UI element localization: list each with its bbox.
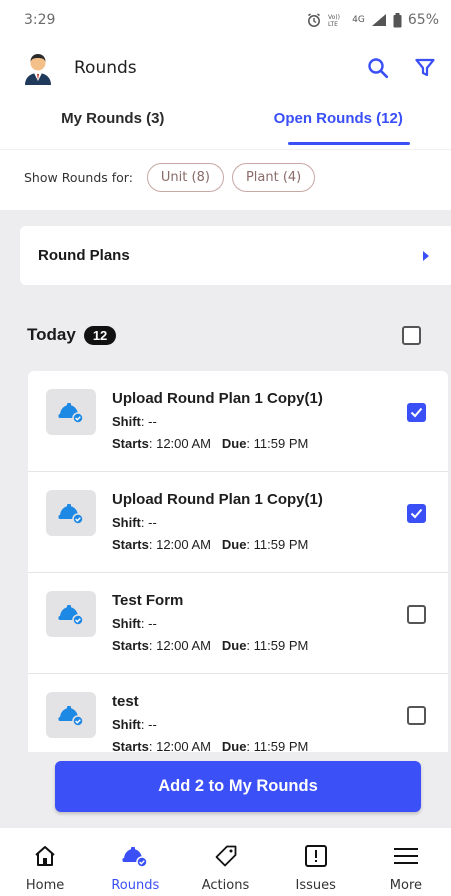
home-icon: [35, 846, 55, 866]
round-times: Starts: 12:00 AM Due: 11:59 PM: [112, 537, 309, 552]
tab-open-rounds[interactable]: Open Rounds (12): [226, 96, 451, 149]
issue-icon: [304, 845, 327, 867]
round-shift: Shift: --: [112, 717, 157, 732]
nav-item-issues[interactable]: Issues: [271, 828, 361, 896]
tag-icon: [215, 845, 236, 867]
status-icons: Vo)) LTE 4G 65%: [306, 12, 439, 28]
check-icon: [410, 407, 423, 418]
check-icon: [410, 508, 423, 519]
round-helmet-icon: [46, 389, 96, 435]
filter-label: Show Rounds for:: [24, 169, 133, 185]
round-title: Upload Round Plan 1 Copy(1): [112, 390, 323, 407]
round-checkbox[interactable]: [407, 605, 426, 624]
nav-label: More: [389, 878, 423, 893]
network-type: 4G: [352, 15, 365, 25]
nav-item-more[interactable]: More: [361, 828, 451, 896]
page-title: Rounds: [74, 58, 137, 78]
round-item[interactable]: Upload Round Plan 1 Copy(1) Shift: -- St…: [28, 472, 448, 573]
round-plans-label: Round Plans: [38, 247, 130, 264]
filter-icon[interactable]: [415, 58, 435, 78]
round-item[interactable]: Upload Round Plan 1 Copy(1) Shift: -- St…: [28, 371, 448, 472]
chip-plant[interactable]: Plant (4): [231, 162, 316, 192]
nav-label: Rounds: [111, 878, 160, 893]
round-checkbox[interactable]: [407, 706, 426, 725]
volte-icon: Vo))LTE: [328, 14, 340, 27]
nav-item-actions[interactable]: Actions: [180, 828, 270, 896]
round-title: Test Form: [112, 592, 184, 609]
round-plans-row[interactable]: Round Plans: [20, 226, 451, 285]
round-checkbox[interactable]: [407, 504, 426, 523]
round-times: Starts: 12:00 AM Due: 11:59 PM: [112, 436, 309, 451]
select-all-checkbox[interactable]: [402, 325, 421, 345]
nav-item-home[interactable]: Home: [0, 828, 90, 896]
battery-icon: [393, 12, 402, 27]
rounds-helmet-icon: [122, 847, 149, 868]
svg-text:LTE: LTE: [328, 21, 338, 27]
round-helmet-icon: [46, 692, 96, 738]
bottom-nav: Home Rounds Actions Issues More: [0, 828, 451, 896]
round-shift: Shift: --: [112, 616, 157, 631]
battery-percent: 65%: [407, 12, 439, 28]
round-times: Starts: 12:00 AM Due: 11:59 PM: [112, 638, 309, 653]
add-to-my-rounds-button[interactable]: Add 2 to My Rounds: [55, 761, 421, 812]
nav-label: Actions: [201, 878, 250, 893]
round-shift: Shift: --: [112, 414, 157, 429]
round-title: test: [112, 693, 139, 710]
menu-icon: [393, 848, 418, 864]
status-bar: 3:29 Vo)) LTE 4G 65%: [0, 0, 451, 40]
rounds-list: Upload Round Plan 1 Copy(1) Shift: -- St…: [28, 371, 448, 775]
search-icon[interactable]: [367, 57, 389, 79]
svg-text:Vo)): Vo)): [328, 14, 340, 21]
caret-right-icon: [423, 250, 429, 261]
add-button-bar: Add 2 to My Rounds: [0, 752, 451, 828]
signal-icon: [371, 14, 386, 26]
nav-item-rounds[interactable]: Rounds: [90, 828, 180, 896]
status-time: 3:29: [24, 12, 56, 28]
avatar[interactable]: [20, 50, 56, 86]
round-title: Upload Round Plan 1 Copy(1): [112, 491, 323, 508]
content-area: Round Plans Today 12 Upload Round Plan 1…: [0, 210, 451, 828]
nav-label: Home: [25, 878, 65, 893]
round-item[interactable]: Test Form Shift: -- Starts: 12:00 AM Due…: [28, 573, 448, 674]
today-header: Today 12: [27, 320, 421, 350]
nav-label: Issues: [295, 878, 336, 893]
round-checkbox[interactable]: [407, 403, 426, 422]
round-shift: Shift: --: [112, 515, 157, 530]
alarm-icon: [308, 13, 321, 27]
app-header: Rounds: [0, 40, 451, 96]
chip-unit[interactable]: Unit (8): [146, 162, 224, 192]
rounds-tabs: My Rounds (3) Open Rounds (12): [0, 96, 451, 150]
today-count-badge: 12: [83, 325, 117, 345]
tab-my-rounds[interactable]: My Rounds (3): [0, 96, 226, 149]
today-label: Today: [27, 325, 76, 344]
round-helmet-icon: [46, 591, 96, 637]
round-helmet-icon: [46, 490, 96, 536]
filter-row: Show Rounds for: Unit (8) Plant (4): [0, 150, 451, 204]
